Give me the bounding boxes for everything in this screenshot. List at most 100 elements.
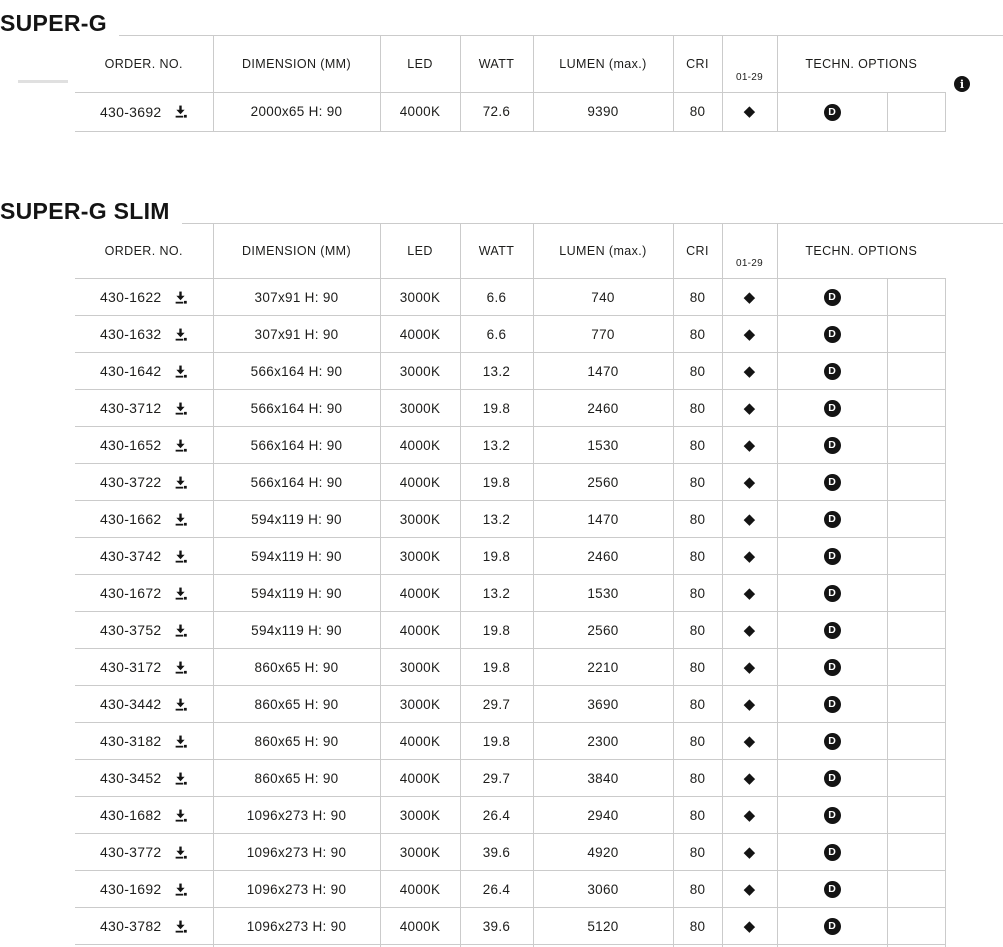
empty-end-cell xyxy=(887,723,945,760)
cri-cell: 80 xyxy=(673,501,722,538)
col-header-cri: CRI xyxy=(673,224,722,279)
table-row: 430-1662 594x119 H: 903000K13.2147080◆D xyxy=(18,501,945,538)
diamond-icon: ◆ xyxy=(744,289,756,306)
symbol-01-29-cell: ◆ xyxy=(722,92,777,131)
dimension-cell: 594x119 H: 90 xyxy=(213,538,380,575)
dimmable-icon: D xyxy=(824,400,841,417)
download-icon[interactable] xyxy=(173,734,188,749)
col-header-order-no: ORDER. NO. xyxy=(75,36,213,92)
download-icon[interactable] xyxy=(173,845,188,860)
table-row: 430-1622 307x91 H: 903000K6.674080◆D xyxy=(18,279,945,316)
download-icon[interactable] xyxy=(173,697,188,712)
led-cell: 3000K xyxy=(380,538,460,575)
lumen-cell: 1470 xyxy=(533,501,673,538)
dimension-cell: 566x164 H: 90 xyxy=(213,390,380,427)
order-no-cell: 430-1652 xyxy=(75,427,213,464)
led-cell: 3000K xyxy=(380,501,460,538)
led-cell: 4000K xyxy=(380,871,460,908)
download-icon[interactable] xyxy=(173,882,188,897)
download-icon[interactable] xyxy=(173,512,188,527)
techn-options-cell: D xyxy=(777,871,887,908)
download-icon[interactable] xyxy=(173,660,188,675)
image-cell xyxy=(18,353,75,390)
order-no-cell: 430-1622 xyxy=(75,279,213,316)
empty-end-cell xyxy=(887,427,945,464)
image-cell xyxy=(18,279,75,316)
download-icon[interactable] xyxy=(173,808,188,823)
info-icon[interactable]: i xyxy=(954,76,970,92)
lumen-cell: 3840 xyxy=(533,760,673,797)
download-icon[interactable] xyxy=(173,438,188,453)
dimmable-icon: D xyxy=(824,881,841,898)
empty-end-cell xyxy=(887,316,945,353)
dimmable-icon: D xyxy=(824,474,841,491)
watt-cell: 6.6 xyxy=(460,316,533,353)
led-cell: 3000K xyxy=(380,279,460,316)
order-no-cell: 430-1642 xyxy=(75,353,213,390)
download-icon[interactable] xyxy=(173,586,188,601)
dimension-cell: 307x91 H: 90 xyxy=(213,316,380,353)
image-cell xyxy=(18,871,75,908)
symbol-01-29-cell: ◆ xyxy=(722,501,777,538)
cri-cell: 80 xyxy=(673,686,722,723)
download-icon[interactable] xyxy=(173,771,188,786)
order-no-wrap: 430-3722 xyxy=(100,474,188,490)
cri-cell: 80 xyxy=(673,797,722,834)
download-icon[interactable] xyxy=(173,364,188,379)
symbol-01-29-cell: ◆ xyxy=(722,686,777,723)
cri-cell: 80 xyxy=(673,353,722,390)
table-row: 430-1632 307x91 H: 904000K6.677080◆D xyxy=(18,316,945,353)
order-no-text: 430-3722 xyxy=(100,474,162,490)
cri-cell: 80 xyxy=(673,464,722,501)
led-cell: 4000K xyxy=(380,760,460,797)
techn-options-cell: D xyxy=(777,92,887,131)
col-header-lumen: LUMEN (max.) xyxy=(533,36,673,92)
empty-end-cell xyxy=(887,834,945,871)
download-icon[interactable] xyxy=(173,623,188,638)
section-header: SUPER-G SLIM xyxy=(0,188,1003,224)
col-header-lumen: LUMEN (max.) xyxy=(533,224,673,279)
download-icon[interactable] xyxy=(173,919,188,934)
symbol-01-29-cell: ◆ xyxy=(722,390,777,427)
product-thumbnail-image xyxy=(18,80,68,83)
col-header-techn-options: TECHN. OPTIONS xyxy=(777,36,945,92)
techn-options-cell: D xyxy=(777,612,887,649)
dimmable-icon: D xyxy=(824,770,841,787)
order-no-cell: 430-3772 xyxy=(75,834,213,871)
dimension-cell: 1096x273 H: 90 xyxy=(213,797,380,834)
lumen-cell: 2210 xyxy=(533,649,673,686)
table-row: 430-3692 2000x65 H: 904000K72.6939080◆D xyxy=(18,92,945,131)
order-no-wrap: 430-1642 xyxy=(100,363,188,379)
order-no-wrap: 430-1622 xyxy=(100,289,188,305)
product-section-super-g: SUPER-G i ORDER. NO. DIMENSION (MM) xyxy=(0,0,1003,132)
image-cell xyxy=(18,612,75,649)
cri-cell: 80 xyxy=(673,92,722,131)
download-icon[interactable] xyxy=(173,475,188,490)
dimmable-icon: D xyxy=(824,807,841,824)
table-row: 430-3182 860x65 H: 904000K19.8230080◆D xyxy=(18,723,945,760)
download-icon[interactable] xyxy=(173,327,188,342)
order-no-cell: 430-1682 xyxy=(75,797,213,834)
download-icon[interactable] xyxy=(173,549,188,564)
col-header-dimension: DIMENSION (MM) xyxy=(213,224,380,279)
order-no-text: 430-3452 xyxy=(100,770,162,786)
lumen-cell: 1470 xyxy=(533,353,673,390)
cri-cell: 80 xyxy=(673,760,722,797)
order-no-text: 430-3182 xyxy=(100,733,162,749)
order-no-cell: 430-3692 xyxy=(75,92,213,131)
cri-cell: 80 xyxy=(673,279,722,316)
dimension-cell: 307x91 H: 90 xyxy=(213,279,380,316)
led-cell: 3000K xyxy=(380,649,460,686)
diamond-icon: ◆ xyxy=(744,918,756,935)
download-icon[interactable] xyxy=(173,104,188,119)
symbol-01-29-cell: ◆ xyxy=(722,427,777,464)
order-no-cell: 430-1662 xyxy=(75,501,213,538)
download-icon[interactable] xyxy=(173,401,188,416)
diamond-icon: ◆ xyxy=(744,733,756,750)
empty-end-cell xyxy=(887,649,945,686)
download-icon[interactable] xyxy=(173,290,188,305)
led-cell: 4000K xyxy=(380,723,460,760)
symbol-01-29-cell: ◆ xyxy=(722,353,777,390)
col-header-dimension: DIMENSION (MM) xyxy=(213,36,380,92)
dimmable-icon: D xyxy=(824,289,841,306)
